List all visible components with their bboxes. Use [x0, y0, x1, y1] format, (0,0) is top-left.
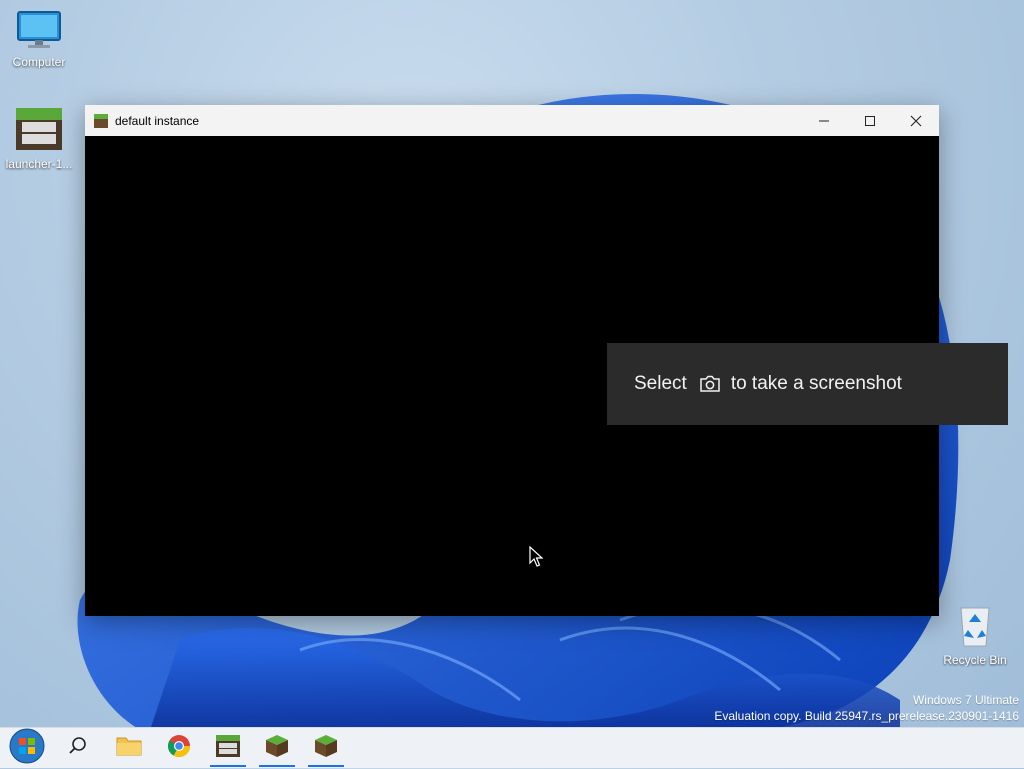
maximize-button[interactable]	[847, 105, 893, 136]
monitor-icon	[16, 11, 62, 53]
desktop-icon-recycle-bin[interactable]: Recycle Bin	[937, 600, 1013, 667]
desktop-icon-computer[interactable]: Computer	[1, 10, 77, 69]
desktop-icon-label: Recycle Bin	[943, 653, 1007, 667]
maximize-icon	[865, 115, 875, 126]
taskbar-file-explorer[interactable]	[107, 728, 151, 768]
mouse-cursor-icon	[529, 546, 543, 567]
watermark-edition: Windows 7 Ultimate	[912, 693, 1019, 707]
close-icon	[910, 115, 922, 126]
recycle-bin-icon	[955, 607, 995, 651]
grass-block-icon	[314, 734, 338, 763]
start-button[interactable]	[5, 728, 49, 768]
desktop-icon-label: Computer	[12, 55, 66, 69]
windows-orb-icon	[9, 728, 45, 769]
desktop-icon-launcher[interactable]: launcher-1...	[1, 106, 77, 171]
camera-icon	[699, 375, 721, 393]
betacraft-icon	[215, 734, 241, 763]
grass-block-icon	[265, 734, 289, 763]
taskbar-minecraft-1[interactable]	[255, 728, 299, 768]
toast-text-after: to take a screenshot	[730, 373, 902, 394]
search-button[interactable]	[56, 728, 100, 768]
taskbar	[0, 727, 1024, 768]
taskbar-minecraft-2[interactable]	[304, 728, 348, 768]
desktop-icon-label: launcher-1...	[5, 157, 73, 171]
search-icon	[68, 736, 88, 761]
taskbar-chrome[interactable]	[157, 728, 201, 768]
window-titlebar[interactable]: default instance	[85, 105, 939, 136]
chrome-icon	[167, 734, 191, 763]
minimize-icon	[819, 120, 829, 121]
grass-block-icon	[94, 113, 108, 128]
folder-icon	[116, 735, 142, 762]
evaluation-watermark: Windows 7 Ultimate Evaluation copy. Buil…	[714, 692, 1019, 724]
minimize-button[interactable]	[801, 105, 847, 136]
watermark-build: Evaluation copy. Build 25947.rs_prerelea…	[714, 709, 1019, 723]
taskbar-betacraft[interactable]	[206, 728, 250, 768]
screenshot-toast: Select to take a screenshot	[607, 343, 1008, 425]
window-title: default instance	[115, 113, 200, 128]
close-button[interactable]	[893, 105, 939, 136]
toast-text-before: Select	[634, 373, 687, 394]
betacraft-icon	[14, 108, 64, 155]
